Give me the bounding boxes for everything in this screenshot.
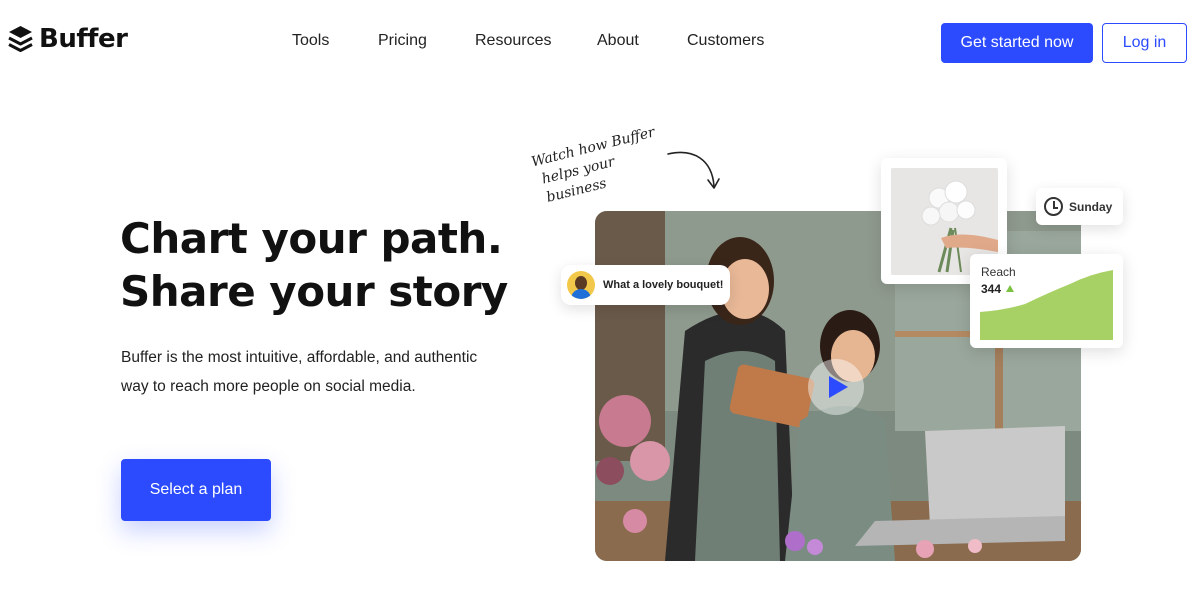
select-plan-button[interactable]: Select a plan [121,459,271,521]
hero-title-line-2: Share your story [120,267,508,316]
hero-title: Chart your path. Share your story [120,212,508,318]
hero-description: Buffer is the most intuitive, affordable… [121,349,478,395]
nav-customers[interactable]: Customers [687,32,764,50]
nav-tools[interactable]: Tools [292,32,329,50]
hero-title-line-1: Chart your path. [120,214,503,263]
nav-resources[interactable]: Resources [475,32,551,50]
nav-pricing[interactable]: Pricing [378,32,427,50]
play-icon [829,376,848,398]
play-button[interactable] [808,359,864,415]
comment-text: What a lovely bouquet! [603,279,724,291]
schedule-day-chip: Sunday [1036,188,1123,225]
login-button[interactable]: Log in [1102,23,1187,63]
reach-area-chart [980,270,1113,340]
handwritten-caption: Watch how Buffer helps your business [530,120,683,222]
nav-about[interactable]: About [597,32,639,50]
clock-icon [1044,197,1063,216]
get-started-button[interactable]: Get started now [941,23,1093,63]
curved-arrow-icon [667,151,720,189]
avatar [567,271,595,299]
schedule-day-label: Sunday [1069,199,1113,214]
comment-bubble: What a lovely bouquet! [561,265,730,305]
reach-stats-card: Reach 344 [970,254,1123,348]
